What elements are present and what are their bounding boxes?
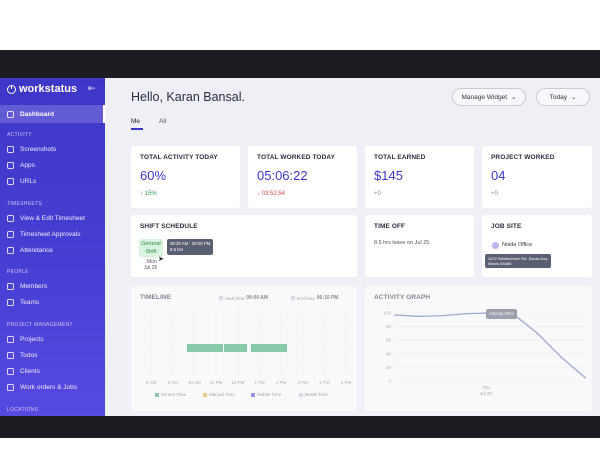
sidebar-item-label: Timesheet Approvals — [20, 230, 81, 238]
card-delta: +0 — [491, 191, 498, 197]
sidebar-item-label: Todos — [20, 351, 38, 359]
check-icon — [7, 230, 14, 238]
sidebar-item-dashboard[interactable]: Dashboard — [7, 107, 54, 121]
time-off-text: 8.5 hrs leave on Jul 25. — [374, 240, 431, 246]
card-title: TIME OFF — [374, 223, 406, 230]
sidebar-item-members[interactable]: Members — [7, 279, 47, 293]
job-site-name[interactable]: Noida Office — [502, 242, 532, 248]
sidebar-item-label: URLs — [20, 177, 37, 185]
card-value: $145 — [374, 168, 403, 183]
date-range-label: Today — [549, 93, 567, 101]
shift-tooltip-hours: 8.5 hrs — [170, 247, 184, 252]
shift-badge-line1: General — [141, 241, 161, 247]
card-title: TOTAL WORKED TODAY — [257, 154, 336, 161]
sidebar: workstatus ⇤ Dashboard ACTIVITY Screensh… — [0, 78, 105, 416]
location-pin-icon — [492, 242, 499, 249]
brand-name: workstatus — [19, 83, 78, 95]
card-delta: +0 — [374, 191, 381, 197]
sidebar-item-attendance[interactable]: Attendance — [7, 243, 53, 257]
sidebar-item-label: Members — [20, 282, 48, 290]
project-worked-card[interactable]: PROJECT WORKED 04 +0 — [482, 146, 592, 208]
sidebar-item-clients[interactable]: Clients — [7, 364, 40, 378]
sidebar-item-timesheet-approvals[interactable]: Timesheet Approvals — [7, 227, 80, 241]
section-activity: ACTIVITY — [7, 132, 32, 138]
user-icon — [7, 282, 14, 290]
sidebar-item-label: Apps — [20, 161, 35, 169]
sidebar-item-label: Screenshots — [20, 145, 57, 153]
sidebar-item-label: Teams — [20, 298, 40, 306]
shift-tooltip: 08:30 AM - 05:00 PM 8.5 hrs — [167, 239, 214, 255]
sidebar-item-todos[interactable]: Todos — [7, 348, 37, 362]
sidebar-item-label: Attendance — [20, 246, 53, 254]
sidebar-item-label: Work orders & Jobs — [20, 383, 77, 391]
job-site-card[interactable]: JOB SITE Noida Office 1872 Westminster R… — [482, 215, 592, 277]
manage-widget-label: Manage Widget — [461, 93, 508, 101]
image-icon — [7, 145, 14, 153]
card-title: SHIFT SCHEDULE — [140, 223, 198, 230]
app-screen: workstatus ⇤ Dashboard ACTIVITY Screensh… — [0, 78, 600, 416]
sidebar-item-label: Dashboard — [20, 110, 54, 118]
job-site-address: 1872 Westminster Rd. Santa Ana, Illinois… — [485, 254, 552, 268]
power-icon — [7, 84, 16, 94]
list-icon — [7, 351, 14, 359]
chevron-down-icon: ⌄ — [511, 94, 517, 101]
brand-logo[interactable]: workstatus — [7, 83, 77, 95]
tab-me[interactable]: Me — [131, 118, 140, 125]
card-delta: ↑ 15% — [140, 191, 157, 197]
lower-overlay — [105, 286, 600, 416]
link-icon — [7, 177, 14, 185]
card-title: JOB SITE — [491, 223, 522, 230]
team-icon — [7, 298, 14, 306]
card-title: PROJECT WORKED — [491, 154, 555, 161]
card-delta: ↓ 03:52:54 — [257, 191, 286, 197]
dashboard-icon — [7, 110, 14, 118]
section-locations: LOCATIONS — [7, 407, 39, 413]
sidebar-item-work-orders[interactable]: Work orders & Jobs — [7, 380, 77, 394]
client-icon — [7, 367, 14, 375]
section-project-management: PROJECT MANAGEMENT — [7, 322, 73, 328]
sidebar-item-view-edit-timesheet[interactable]: View & Edit Timesheet — [7, 211, 85, 225]
mouse-cursor-icon: ➤ — [158, 256, 164, 263]
card-value: 04 — [491, 168, 506, 183]
sidebar-item-label: View & Edit Timesheet — [20, 214, 85, 222]
shift-date: Jul 25 — [144, 265, 158, 271]
active-tab-indicator — [131, 128, 143, 130]
sidebar-item-apps[interactable]: Apps — [7, 158, 35, 172]
card-title: TOTAL ACTIVITY TODAY — [140, 154, 218, 161]
date-range-select[interactable]: Today ⌄ — [536, 88, 590, 106]
sidebar-item-urls[interactable]: URLs — [7, 174, 36, 188]
time-off-card[interactable]: TIME OFF 8.5 hrs leave on Jul 25. — [365, 215, 474, 277]
briefcase-icon — [7, 383, 14, 391]
shift-schedule-card[interactable]: SHIFT SCHEDULE General Shift Mon Jul 25 … — [131, 215, 357, 277]
total-worked-card[interactable]: TOTAL WORKED TODAY 05:06:22 ↓ 03:52:54 — [248, 146, 357, 208]
manage-widget-button[interactable]: Manage Widget ⌄ — [452, 88, 526, 106]
sidebar-item-screenshots[interactable]: Screenshots — [7, 142, 56, 156]
address-line2: Illinois 85486 — [488, 261, 512, 266]
page-title: Hello, Karan Bansal. — [131, 90, 245, 104]
total-earned-card[interactable]: TOTAL EARNED $145 +0 — [365, 146, 474, 208]
device-frame-top — [0, 50, 600, 78]
section-timesheets: TIMESHEETS — [7, 201, 42, 207]
sidebar-item-label: Clients — [20, 367, 40, 375]
collapse-sidebar-icon[interactable]: ⇤ — [88, 83, 96, 94]
chevron-down-icon: ⌄ — [570, 94, 577, 101]
apps-icon — [7, 161, 14, 169]
attendance-icon — [7, 246, 14, 254]
sidebar-item-label: Projects — [20, 335, 44, 343]
total-activity-card[interactable]: TOTAL ACTIVITY TODAY 60% ↑ 15% — [131, 146, 240, 208]
sidebar-item-projects[interactable]: Projects — [7, 332, 43, 346]
tab-all[interactable]: All — [159, 118, 166, 125]
folder-icon — [7, 335, 14, 343]
section-people: PEOPLE — [7, 269, 29, 275]
card-title: TOTAL EARNED — [374, 154, 426, 161]
card-value: 60% — [140, 168, 167, 183]
card-value: 05:06:22 — [257, 168, 308, 183]
sidebar-item-teams[interactable]: Teams — [7, 295, 39, 309]
device-frame-bottom — [0, 416, 600, 438]
calendar-icon — [7, 214, 14, 222]
